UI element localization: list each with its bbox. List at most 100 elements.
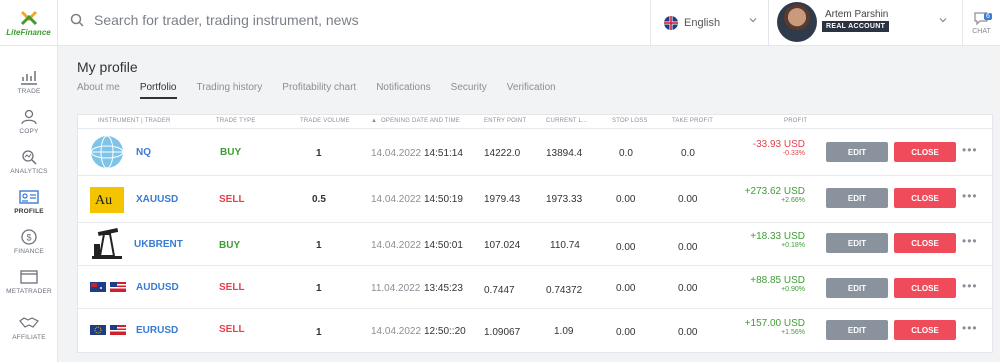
table-header: INSTRUMENT | TRADER TRADE TYPE TRADE VOL… <box>78 115 992 129</box>
user-menu[interactable]: Artem Parshin REAL ACCOUNT <box>768 0 962 46</box>
tab-verification[interactable]: Verification <box>507 82 556 99</box>
edit-button[interactable]: EDIT <box>826 188 888 208</box>
logo[interactable]: LiteFinance <box>0 0 58 46</box>
chevron-down-icon <box>939 18 947 23</box>
instrument-symbol[interactable]: AUDUSD <box>136 282 179 293</box>
profit-cell: +18.33 USD +0.18% <box>750 231 805 249</box>
logo-text: LiteFinance <box>6 27 51 37</box>
edit-button[interactable]: EDIT <box>826 278 888 298</box>
open-date: 14.04.2022 <box>371 326 422 337</box>
profit-cell: -33.93 USD -0.33% <box>753 139 805 157</box>
more-options-icon[interactable]: ••• <box>962 143 978 157</box>
table-row[interactable]: UKBRENT BUY 1 14.04.2022 14:50:01 107.02… <box>78 223 992 266</box>
language-label: English <box>684 17 721 29</box>
sidebar-item-profile[interactable]: PROFILE <box>0 182 58 222</box>
open-time: 12:50::20 <box>424 326 466 337</box>
more-options-icon[interactable]: ••• <box>962 279 978 293</box>
sidebar-item-copy[interactable]: COPY <box>0 102 58 142</box>
profit-percent: +0.18% <box>781 242 805 249</box>
table-row[interactable]: NQ BUY 1 14.04.2022 14:51:14 14222.0 138… <box>78 129 992 176</box>
open-date: 14.04.2022 <box>371 194 422 205</box>
trade-volume: 1 <box>316 240 322 251</box>
stop-loss: 0.00 <box>616 194 636 205</box>
sidebar-item-finance[interactable]: $ FINANCE <box>0 222 58 262</box>
instrument-symbol[interactable]: EURUSD <box>136 325 178 336</box>
search-input[interactable]: Search for trader, trading instrument, n… <box>94 12 359 28</box>
trade-type: SELL <box>219 324 245 335</box>
take-profit: 0.00 <box>678 194 698 205</box>
tab-profitability-chart[interactable]: Profitability chart <box>282 82 356 99</box>
sort-asc-icon[interactable]: ▲ <box>371 118 377 124</box>
profit-amount: +18.33 USD <box>750 231 805 242</box>
chat-label: CHAT <box>972 27 991 35</box>
open-time: 14:50:19 <box>424 194 463 205</box>
table-row[interactable]: Au XAUUSD SELL 0.5 14.04.2022 14:50:19 1… <box>78 176 992 223</box>
sidebar-item-label: ANALYTICS <box>10 168 48 175</box>
open-time: 13:45:23 <box>424 283 463 294</box>
au-us-flags-icon <box>90 282 126 292</box>
close-button[interactable]: CLOSE <box>894 233 956 253</box>
column-header-trade-volume: TRADE VOLUME <box>300 118 350 124</box>
tab-security[interactable]: Security <box>451 82 487 99</box>
current-level: 0.74372 <box>546 285 583 296</box>
profit-percent: +1.56% <box>781 329 805 336</box>
stop-loss: 0.00 <box>616 327 636 338</box>
stop-loss: 0.00 <box>616 283 636 294</box>
person-icon <box>21 109 37 125</box>
edit-button[interactable]: EDIT <box>826 142 888 162</box>
search-icon <box>70 13 84 27</box>
table-row[interactable]: EURUSD SELL 1 14.04.2022 12:50::20 1.090… <box>78 309 992 352</box>
current-level: 110.74 <box>550 240 580 251</box>
account-type-badge: REAL ACCOUNT <box>822 21 890 32</box>
sidebar-item-label: PROFILE <box>14 208 44 215</box>
column-header-trade-type: TRADE TYPE <box>216 118 256 124</box>
open-date: 11.04.2022 <box>371 283 421 294</box>
oil-pump-icon <box>92 227 122 259</box>
sidebar-item-affiliate[interactable]: AFFILIATE <box>0 308 58 348</box>
chat-count-badge: 6 <box>984 13 992 20</box>
uk-flag-icon <box>664 16 678 30</box>
entry-point: 0.7447 <box>484 285 515 296</box>
language-selector[interactable]: English <box>650 0 768 46</box>
column-header-opening[interactable]: OPENING DATE AND TIME <box>381 118 460 124</box>
close-button[interactable]: CLOSE <box>894 188 956 208</box>
more-options-icon[interactable]: ••• <box>962 189 978 203</box>
top-bar: LiteFinance Search for trader, trading i… <box>0 0 1000 46</box>
more-options-icon[interactable]: ••• <box>962 234 978 248</box>
take-profit: 0.00 <box>678 327 698 338</box>
sidebar-item-metatrader[interactable]: METATRADER <box>0 262 58 302</box>
search-bar[interactable]: Search for trader, trading instrument, n… <box>70 12 359 28</box>
instrument-symbol[interactable]: NQ <box>136 147 151 158</box>
tab-about-me[interactable]: About me <box>77 82 120 99</box>
table-row[interactable]: AUDUSD SELL 1 11.04.2022 13:45:23 0.7447… <box>78 266 992 309</box>
entry-point: 14222.0 <box>484 148 521 159</box>
profit-amount: +88.85 USD <box>750 275 805 286</box>
eu-us-flags-icon <box>90 325 126 335</box>
instrument-symbol[interactable]: XAUUSD <box>136 194 178 205</box>
close-button[interactable]: CLOSE <box>894 142 956 162</box>
open-time: 14:51:14 <box>424 148 463 159</box>
sidebar-item-label: COPY <box>19 128 39 135</box>
chart-icon <box>21 71 37 85</box>
tab-notifications[interactable]: Notifications <box>376 82 430 99</box>
trade-type: BUY <box>219 240 241 251</box>
sidebar: TRADE COPY ANALYTICS PROFILE $ FINANCE M… <box>0 46 58 362</box>
close-button[interactable]: CLOSE <box>894 278 956 298</box>
tab-trading-history[interactable]: Trading history <box>197 82 263 99</box>
sidebar-item-trade[interactable]: TRADE <box>0 62 58 102</box>
profit-cell: +88.85 USD +0.90% <box>750 275 805 293</box>
sidebar-item-analytics[interactable]: ANALYTICS <box>0 142 58 182</box>
close-button[interactable]: CLOSE <box>894 320 956 340</box>
more-options-icon[interactable]: ••• <box>962 321 978 335</box>
gold-au-icon: Au <box>90 187 124 213</box>
tab-portfolio[interactable]: Portfolio <box>139 82 177 99</box>
chat-button[interactable]: 6 CHAT <box>962 0 1000 46</box>
edit-button[interactable]: EDIT <box>826 233 888 253</box>
profit-percent: -0.33% <box>782 150 805 157</box>
entry-point: 107.024 <box>484 240 521 251</box>
edit-button[interactable]: EDIT <box>826 320 888 340</box>
sidebar-item-label: AFFILIATE <box>12 334 46 341</box>
current-level: 1.09 <box>554 326 574 337</box>
instrument-symbol[interactable]: UKBRENT <box>134 239 183 250</box>
nasdaq-globe-icon <box>90 135 124 169</box>
